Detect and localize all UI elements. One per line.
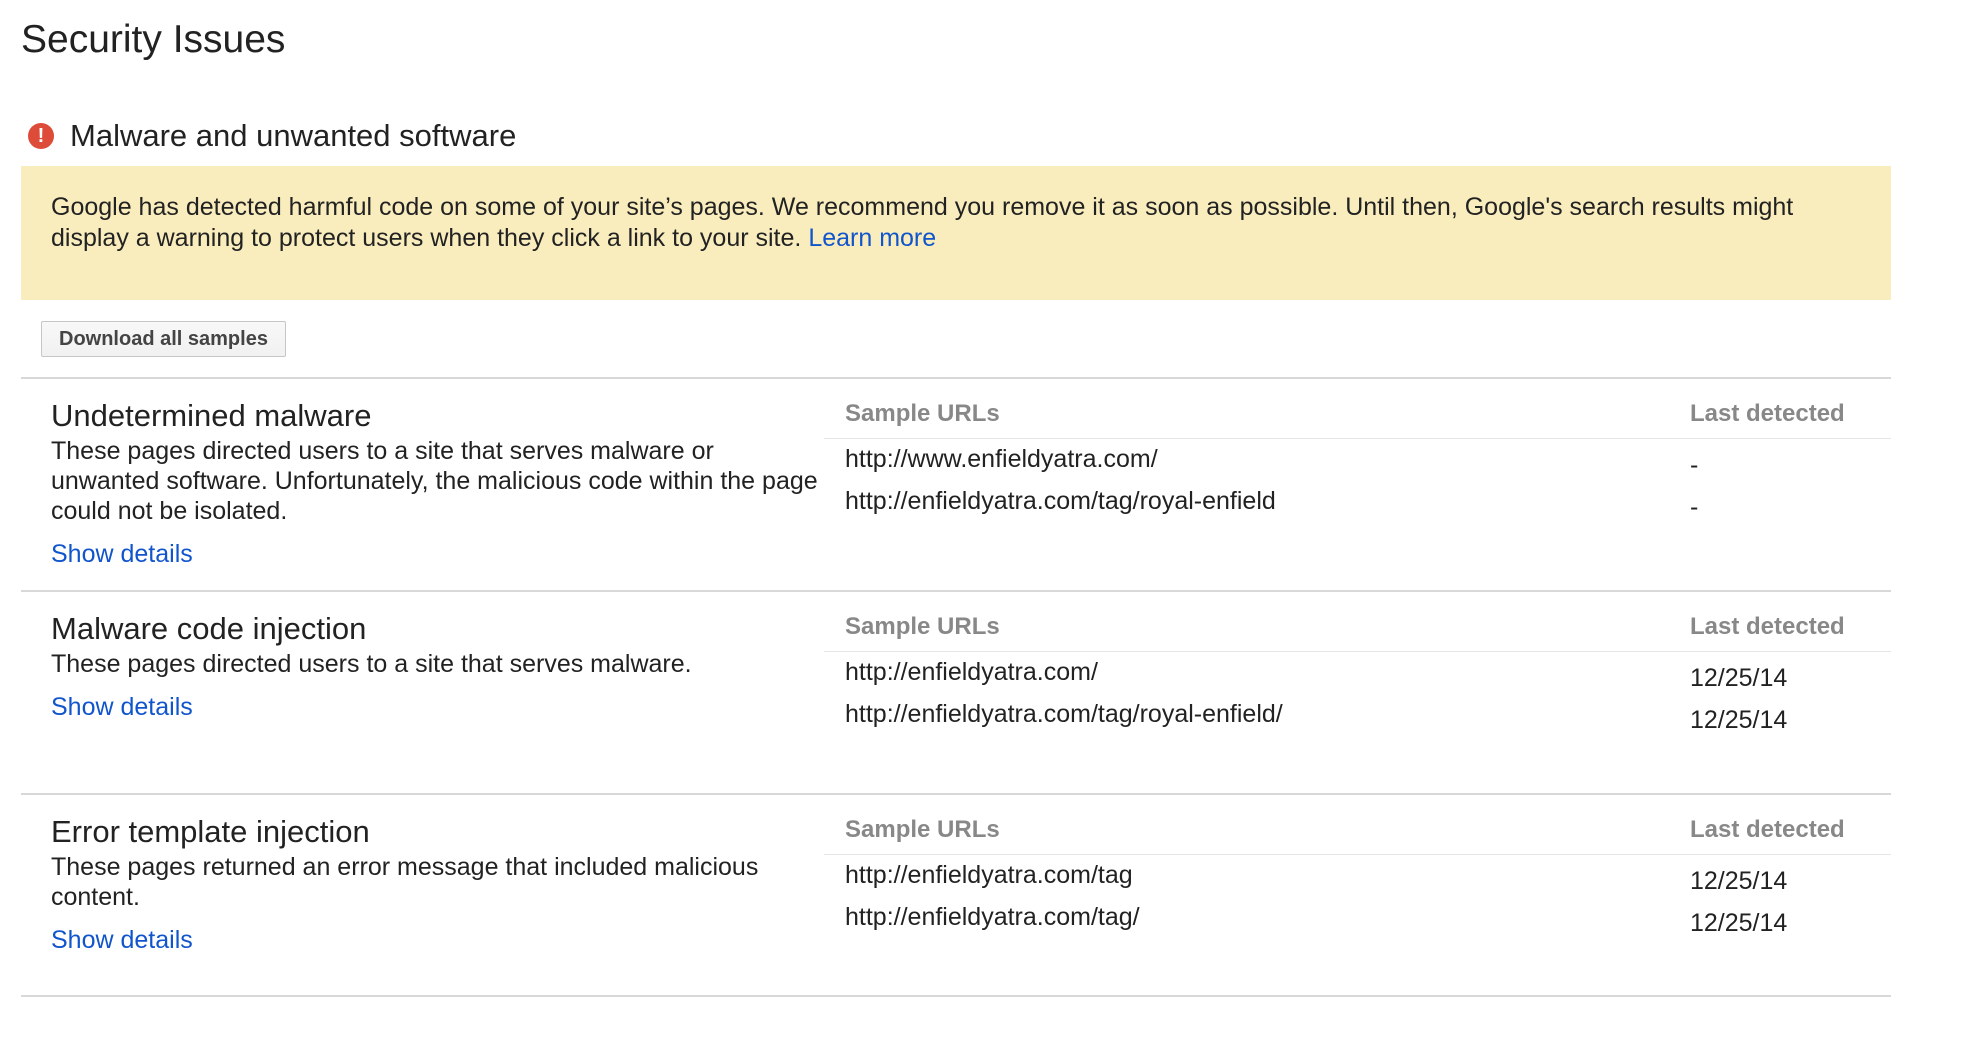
page-title: Security Issues: [21, 18, 286, 61]
last-detected-date: 12/25/14: [1690, 664, 1788, 692]
last-detected-date: -: [1690, 451, 1699, 479]
issue-title: Malware code injection: [51, 611, 367, 646]
column-header-last-detected: Last detected: [1690, 613, 1845, 640]
warning-banner: Google has detected harmful code on some…: [21, 166, 1891, 300]
divider: [21, 377, 1891, 379]
table-row: http://enfieldyatra.com/tag/ 12/25/14: [824, 897, 1891, 939]
issue-description: These pages directed users to a site tha…: [51, 650, 692, 678]
issue-title: Undetermined malware: [51, 398, 372, 433]
show-details-link[interactable]: Show details: [51, 926, 193, 955]
column-header-last-detected: Last detected: [1690, 400, 1845, 427]
section-title: Malware and unwanted software: [70, 118, 517, 153]
sample-url: http://www.enfieldyatra.com/: [845, 445, 1158, 473]
divider: [21, 995, 1891, 997]
table-header-row: Sample URLs Last detected: [824, 398, 1891, 439]
column-header-sample-urls: Sample URLs: [845, 816, 1000, 843]
sample-url: http://enfieldyatra.com/tag: [845, 861, 1133, 889]
table-row: http://enfieldyatra.com/tag/royal-enfiel…: [824, 694, 1891, 736]
divider: [21, 590, 1891, 592]
last-detected-date: 12/25/14: [1690, 867, 1788, 895]
table-row: http://enfieldyatra.com/tag/royal-enfiel…: [824, 481, 1891, 523]
sample-url: http://enfieldyatra.com/tag/royal-enfiel…: [845, 487, 1276, 515]
alert-icon: !: [28, 123, 54, 149]
download-all-samples-button[interactable]: Download all samples: [41, 321, 286, 357]
sample-url: http://enfieldyatra.com/tag/royal-enfiel…: [845, 700, 1283, 728]
issue-info: Malware code injection These pages direc…: [51, 609, 821, 722]
column-header-sample-urls: Sample URLs: [845, 613, 1000, 640]
sample-urls-table: Sample URLs Last detected http://enfield…: [824, 611, 1891, 736]
sample-url: http://enfieldyatra.com/: [845, 658, 1098, 686]
issue-description: These pages directed users to a site tha…: [51, 437, 818, 525]
show-details-link[interactable]: Show details: [51, 540, 193, 569]
issue-description: These pages returned an error message th…: [51, 853, 759, 911]
last-detected-date: 12/25/14: [1690, 909, 1788, 937]
issue-title: Error template injection: [51, 814, 370, 849]
column-header-sample-urls: Sample URLs: [845, 400, 1000, 427]
section-header: ! Malware and unwanted software: [28, 114, 516, 158]
column-header-last-detected: Last detected: [1690, 816, 1845, 843]
table-header-row: Sample URLs Last detected: [824, 814, 1891, 855]
issue-info: Undetermined malware These pages directe…: [51, 396, 821, 569]
sample-url: http://enfieldyatra.com/tag/: [845, 903, 1140, 931]
table-header-row: Sample URLs Last detected: [824, 611, 1891, 652]
table-row: http://enfieldyatra.com/tag 12/25/14: [824, 855, 1891, 897]
learn-more-link[interactable]: Learn more: [808, 224, 936, 252]
last-detected-date: -: [1690, 493, 1699, 521]
show-details-link[interactable]: Show details: [51, 693, 193, 722]
last-detected-date: 12/25/14: [1690, 706, 1788, 734]
issue-info: Error template injection These pages ret…: [51, 812, 821, 955]
security-issues-page: Security Issues ! Malware and unwanted s…: [0, 0, 1988, 1042]
table-row: http://www.enfieldyatra.com/ -: [824, 439, 1891, 481]
divider: [21, 793, 1891, 795]
sample-urls-table: Sample URLs Last detected http://enfield…: [824, 814, 1891, 939]
table-row: http://enfieldyatra.com/ 12/25/14: [824, 652, 1891, 694]
sample-urls-table: Sample URLs Last detected http://www.enf…: [824, 398, 1891, 523]
